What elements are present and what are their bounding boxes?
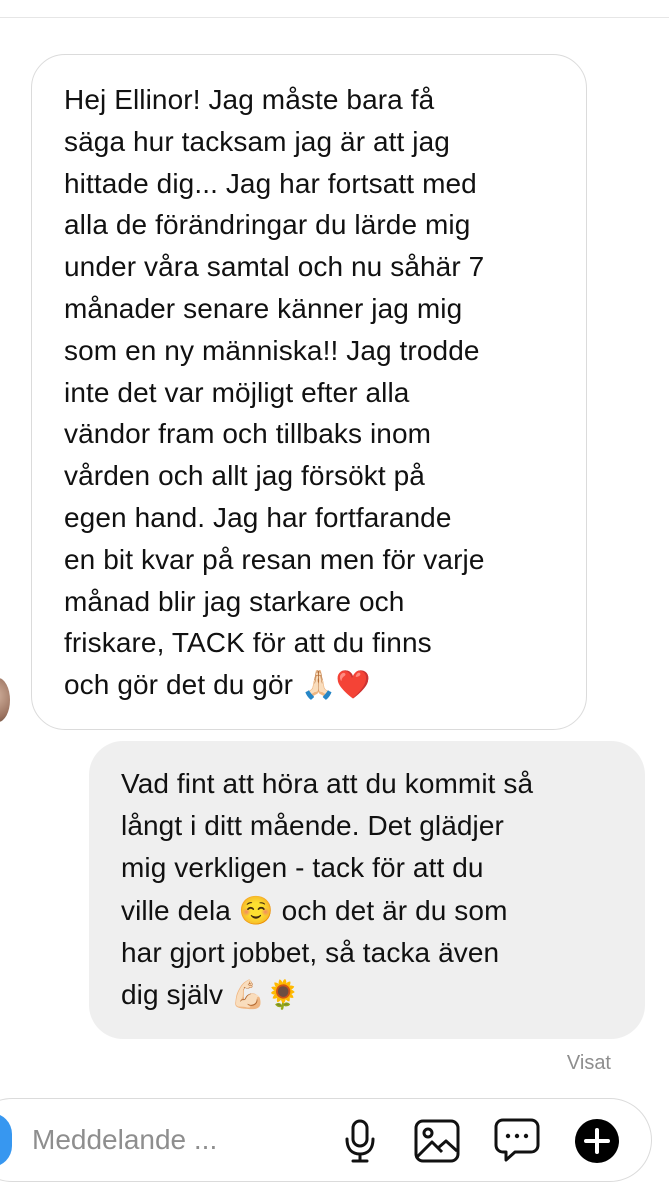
gallery-icon[interactable] — [413, 1117, 461, 1165]
sticker-icon[interactable] — [493, 1117, 541, 1165]
message-input[interactable] — [32, 1120, 332, 1160]
seen-status: Visat — [566, 1052, 611, 1074]
sender-avatar[interactable] — [0, 678, 10, 722]
outgoing-message-bubble[interactable]: Vad fint att höra att du kommit så långt… — [89, 741, 645, 1039]
dm-thread-screen: Hej Ellinor! Jag måste bara få säga hur … — [0, 0, 669, 1197]
header-divider — [0, 17, 669, 18]
incoming-message-bubble[interactable]: Hej Ellinor! Jag måste bara få säga hur … — [31, 54, 587, 730]
plus-icon[interactable] — [573, 1117, 621, 1165]
microphone-icon[interactable] — [336, 1117, 384, 1165]
